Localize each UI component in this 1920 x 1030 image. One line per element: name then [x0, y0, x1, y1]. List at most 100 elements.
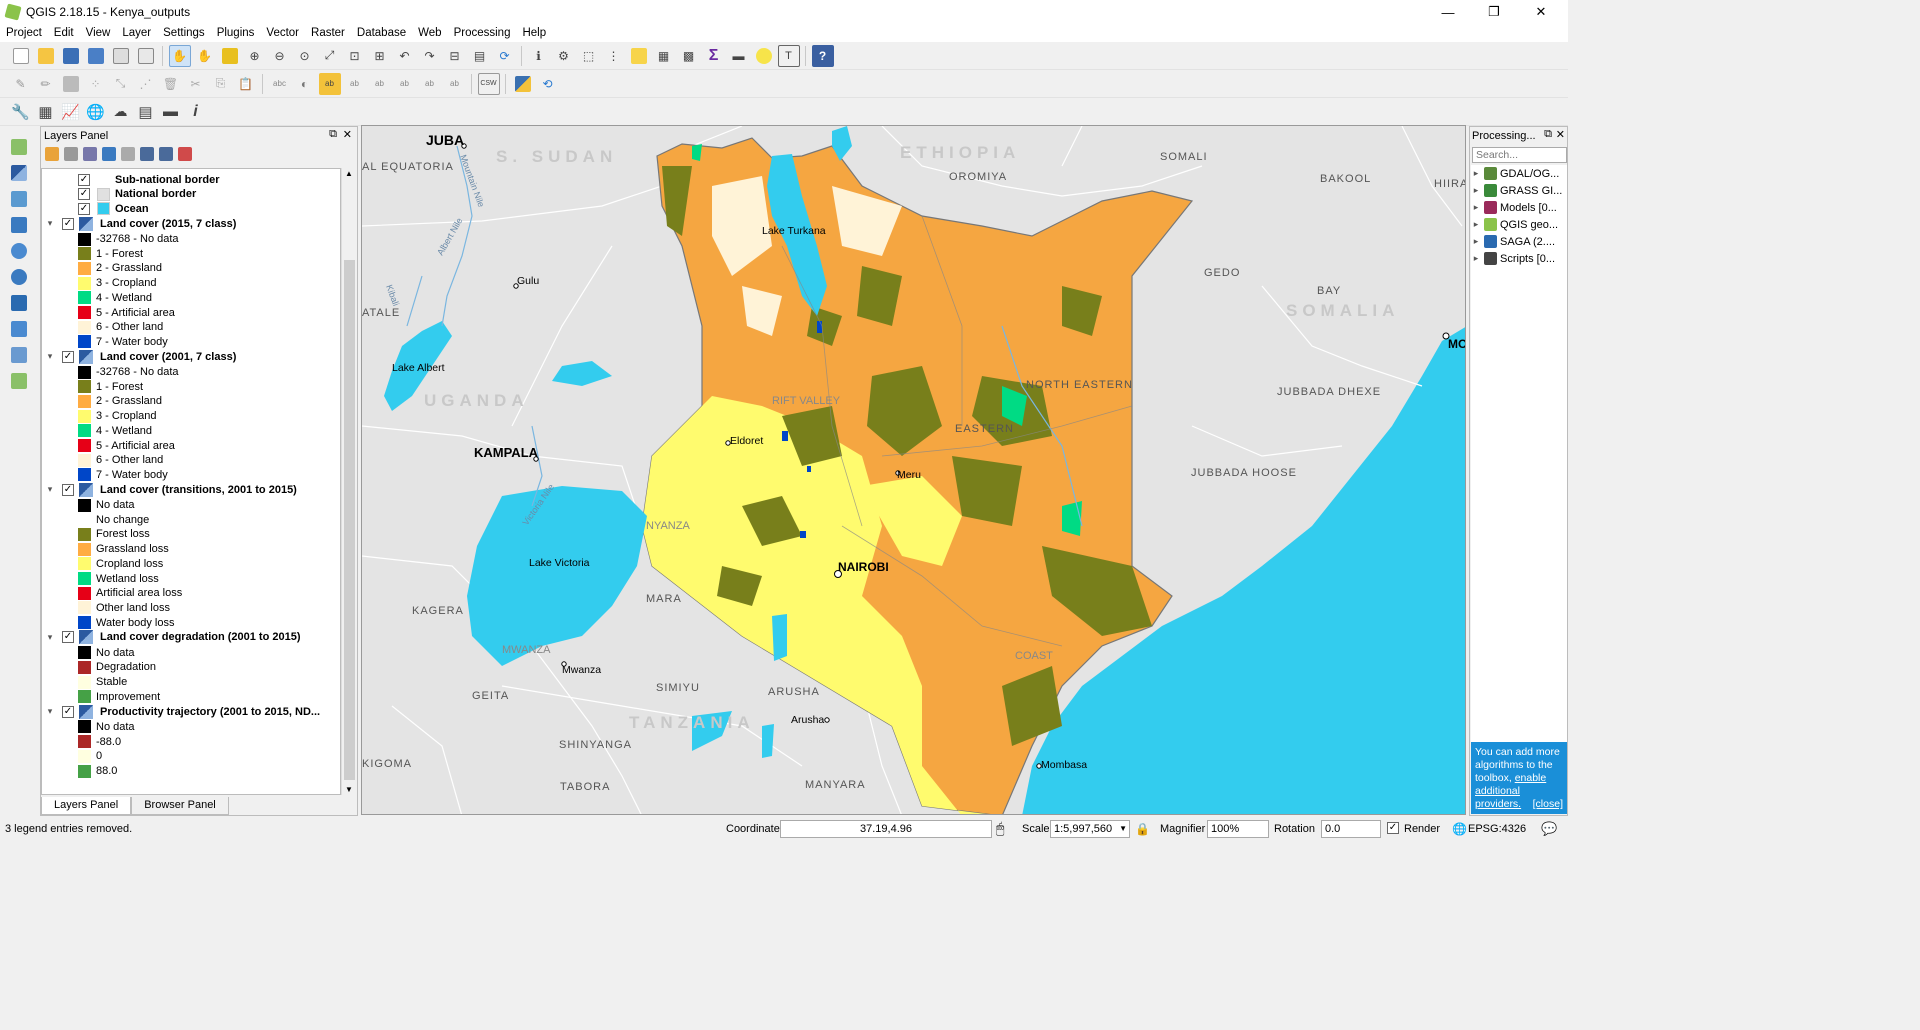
menu-edit[interactable]: Edit	[48, 27, 80, 39]
paste-features-icon[interactable]: 📋	[235, 73, 257, 95]
crs-status-button[interactable]: EPSG:4326	[1468, 823, 1526, 835]
filter-by-expression-icon[interactable]	[121, 147, 135, 161]
lock-scale-icon[interactable]: 🔒	[1135, 822, 1150, 836]
add-feature-icon[interactable]: ⁘	[85, 73, 107, 95]
new-project-icon[interactable]	[10, 45, 32, 67]
node-tool-icon[interactable]: ⋰	[135, 73, 157, 95]
composer-manager-icon[interactable]	[135, 45, 157, 67]
processing-provider-item[interactable]: ▸ SAGA (2....	[1471, 233, 1567, 250]
processing-provider-item[interactable]: ▸ QGIS geo...	[1471, 216, 1567, 233]
toggle-coordinate-display-icon[interactable]: 🖱	[996, 820, 1004, 837]
expand-arrow-icon[interactable]: ▸	[1471, 202, 1481, 213]
processing-search-input[interactable]: Search...	[1472, 147, 1567, 163]
line-chart-icon[interactable]: 📈	[60, 101, 82, 123]
delete-selected-icon[interactable]: 🗑	[160, 73, 182, 95]
move-label-icon[interactable]: ab	[394, 73, 416, 95]
filter-legend-icon[interactable]	[102, 147, 116, 161]
zoom-layer-icon[interactable]: ⊞	[369, 45, 391, 67]
processing-provider-item[interactable]: ▸ Scripts [0...	[1471, 250, 1567, 267]
float-panel-icon[interactable]: ⧉	[329, 128, 337, 141]
identify-icon[interactable]: ℹ	[528, 45, 550, 67]
processing-provider-tree[interactable]: ▸ GDAL/OG... ▸ GRASS GI... ▸ Models [0... ▸ QGI…	[1471, 165, 1567, 745]
layer-row[interactable]: ✓ Sub-national border	[42, 172, 340, 187]
refresh-icon[interactable]: ⟳	[494, 45, 516, 67]
save-as-icon[interactable]	[85, 45, 107, 67]
zoom-in-icon[interactable]: ⊕	[244, 45, 266, 67]
add-spatialite-icon[interactable]	[8, 214, 30, 236]
collapse-arrow-icon[interactable]: ▾	[45, 218, 55, 229]
expand-arrow-icon[interactable]: ▸	[1471, 185, 1481, 196]
coordinate-field[interactable]: 37.19,4.96	[780, 819, 992, 838]
expand-arrow-icon[interactable]: ▸	[1471, 219, 1481, 230]
wrench-icon[interactable]: 🔧	[10, 101, 32, 123]
close-button[interactable]: ✕	[1518, 0, 1564, 24]
layer-visibility-checkbox[interactable]: ✓	[78, 188, 90, 201]
map-canvas[interactable]: JUBA S. SUDAN ETHIOPIA AL EQUATORIA OROMIYA S…	[361, 125, 1466, 815]
menu-layer[interactable]: Layer	[116, 27, 157, 39]
layer-group-row[interactable]: ▾ ✓ Land cover (transitions, 2001 to 2015)	[42, 482, 340, 497]
layer-tree-scrollbar[interactable]: ▲ ▼	[341, 168, 357, 795]
plugin-reload-icon[interactable]: ⟲	[537, 73, 559, 95]
cut-features-icon[interactable]: ✂	[185, 73, 207, 95]
measure-line-icon[interactable]: ▬	[728, 45, 750, 67]
collapse-all-icon[interactable]	[159, 147, 173, 161]
layer-visibility-checkbox[interactable]: ✓	[62, 217, 74, 230]
menu-settings[interactable]: Settings	[157, 27, 211, 39]
folder-icon[interactable]: ▬	[160, 101, 182, 123]
add-delimited-text-icon[interactable]	[8, 188, 30, 210]
select-features-icon[interactable]: ⬚	[578, 45, 600, 67]
move-feature-icon[interactable]: ⤡	[110, 73, 132, 95]
save-edits-icon[interactable]	[60, 73, 82, 95]
attribute-table-icon[interactable]: ▦	[653, 45, 675, 67]
menu-project[interactable]: Project	[0, 27, 48, 39]
current-edits-icon[interactable]: ✎	[10, 73, 32, 95]
close-panel-icon[interactable]: ✕	[343, 128, 352, 141]
rotation-spinbox[interactable]: 0.0	[1321, 819, 1381, 838]
menu-web[interactable]: Web	[412, 27, 447, 39]
menu-processing[interactable]: Processing	[448, 27, 517, 39]
add-virtual-layer-icon[interactable]	[8, 318, 30, 340]
pin-labels-icon[interactable]: ab	[344, 73, 366, 95]
report-icon[interactable]: ▤	[135, 101, 157, 123]
magnifier-spinbox[interactable]: 100%	[1207, 819, 1269, 838]
layer-row[interactable]: ✓ Ocean	[42, 201, 340, 216]
show-bookmarks-icon[interactable]: ▤	[469, 45, 491, 67]
layer-visibility-checkbox[interactable]: ✓	[62, 631, 74, 644]
maximize-button[interactable]: ❐	[1471, 0, 1517, 24]
globe-icon[interactable]: 🌐	[85, 101, 107, 123]
copy-features-icon[interactable]: ⎘	[210, 73, 232, 95]
statistics-sigma-icon[interactable]: Σ	[703, 45, 725, 67]
layer-group-row[interactable]: ▾ ✓ Productivity trajectory (2001 to 2015,…	[42, 704, 340, 719]
crs-globe-icon[interactable]: 🌐	[1452, 822, 1467, 836]
expand-all-icon[interactable]	[140, 147, 154, 161]
collapse-arrow-icon[interactable]: ▾	[45, 351, 55, 362]
layer-visibility-checkbox[interactable]: ✓	[78, 202, 90, 215]
add-geonode-icon[interactable]	[8, 344, 30, 366]
scroll-down-icon[interactable]: ▼	[345, 785, 353, 794]
change-label-icon[interactable]: ab	[444, 73, 466, 95]
scale-combobox[interactable]: 1:5,997,560 ▼	[1050, 819, 1130, 838]
expand-arrow-icon[interactable]: ▸	[1471, 168, 1481, 179]
layer-group-row[interactable]: ▾ ✓ Land cover (2015, 7 class)	[42, 216, 340, 231]
rotate-label-icon[interactable]: ab	[419, 73, 441, 95]
menu-vector[interactable]: Vector	[260, 27, 305, 39]
add-raster-layer-icon[interactable]	[8, 162, 30, 184]
deselect-icon[interactable]	[628, 45, 650, 67]
menu-help[interactable]: Help	[516, 27, 552, 39]
field-calculator-icon[interactable]: ▩	[678, 45, 700, 67]
menu-view[interactable]: View	[80, 27, 117, 39]
map-tips-icon[interactable]	[753, 45, 775, 67]
menu-database[interactable]: Database	[351, 27, 412, 39]
layer-row[interactable]: ✓ National border	[42, 187, 340, 202]
highlight-labels-icon[interactable]: ab	[318, 72, 341, 95]
label-toolbar-icon[interactable]: abc	[269, 73, 291, 95]
zoom-full-icon[interactable]: ⤢	[319, 45, 341, 67]
expand-arrow-icon[interactable]: ▸	[1471, 236, 1481, 247]
scrollbar-thumb[interactable]	[344, 260, 355, 780]
menu-plugins[interactable]: Plugins	[211, 27, 261, 39]
collapse-arrow-icon[interactable]: ▾	[45, 706, 55, 717]
messages-icon[interactable]: 💬	[1541, 821, 1557, 837]
zoom-next-icon[interactable]: ↷	[419, 45, 441, 67]
layer-tree[interactable]: ✓ Sub-national border ✓ National border ✓ Oce…	[41, 168, 341, 795]
layer-visibility-checkbox[interactable]: ✓	[62, 483, 74, 496]
